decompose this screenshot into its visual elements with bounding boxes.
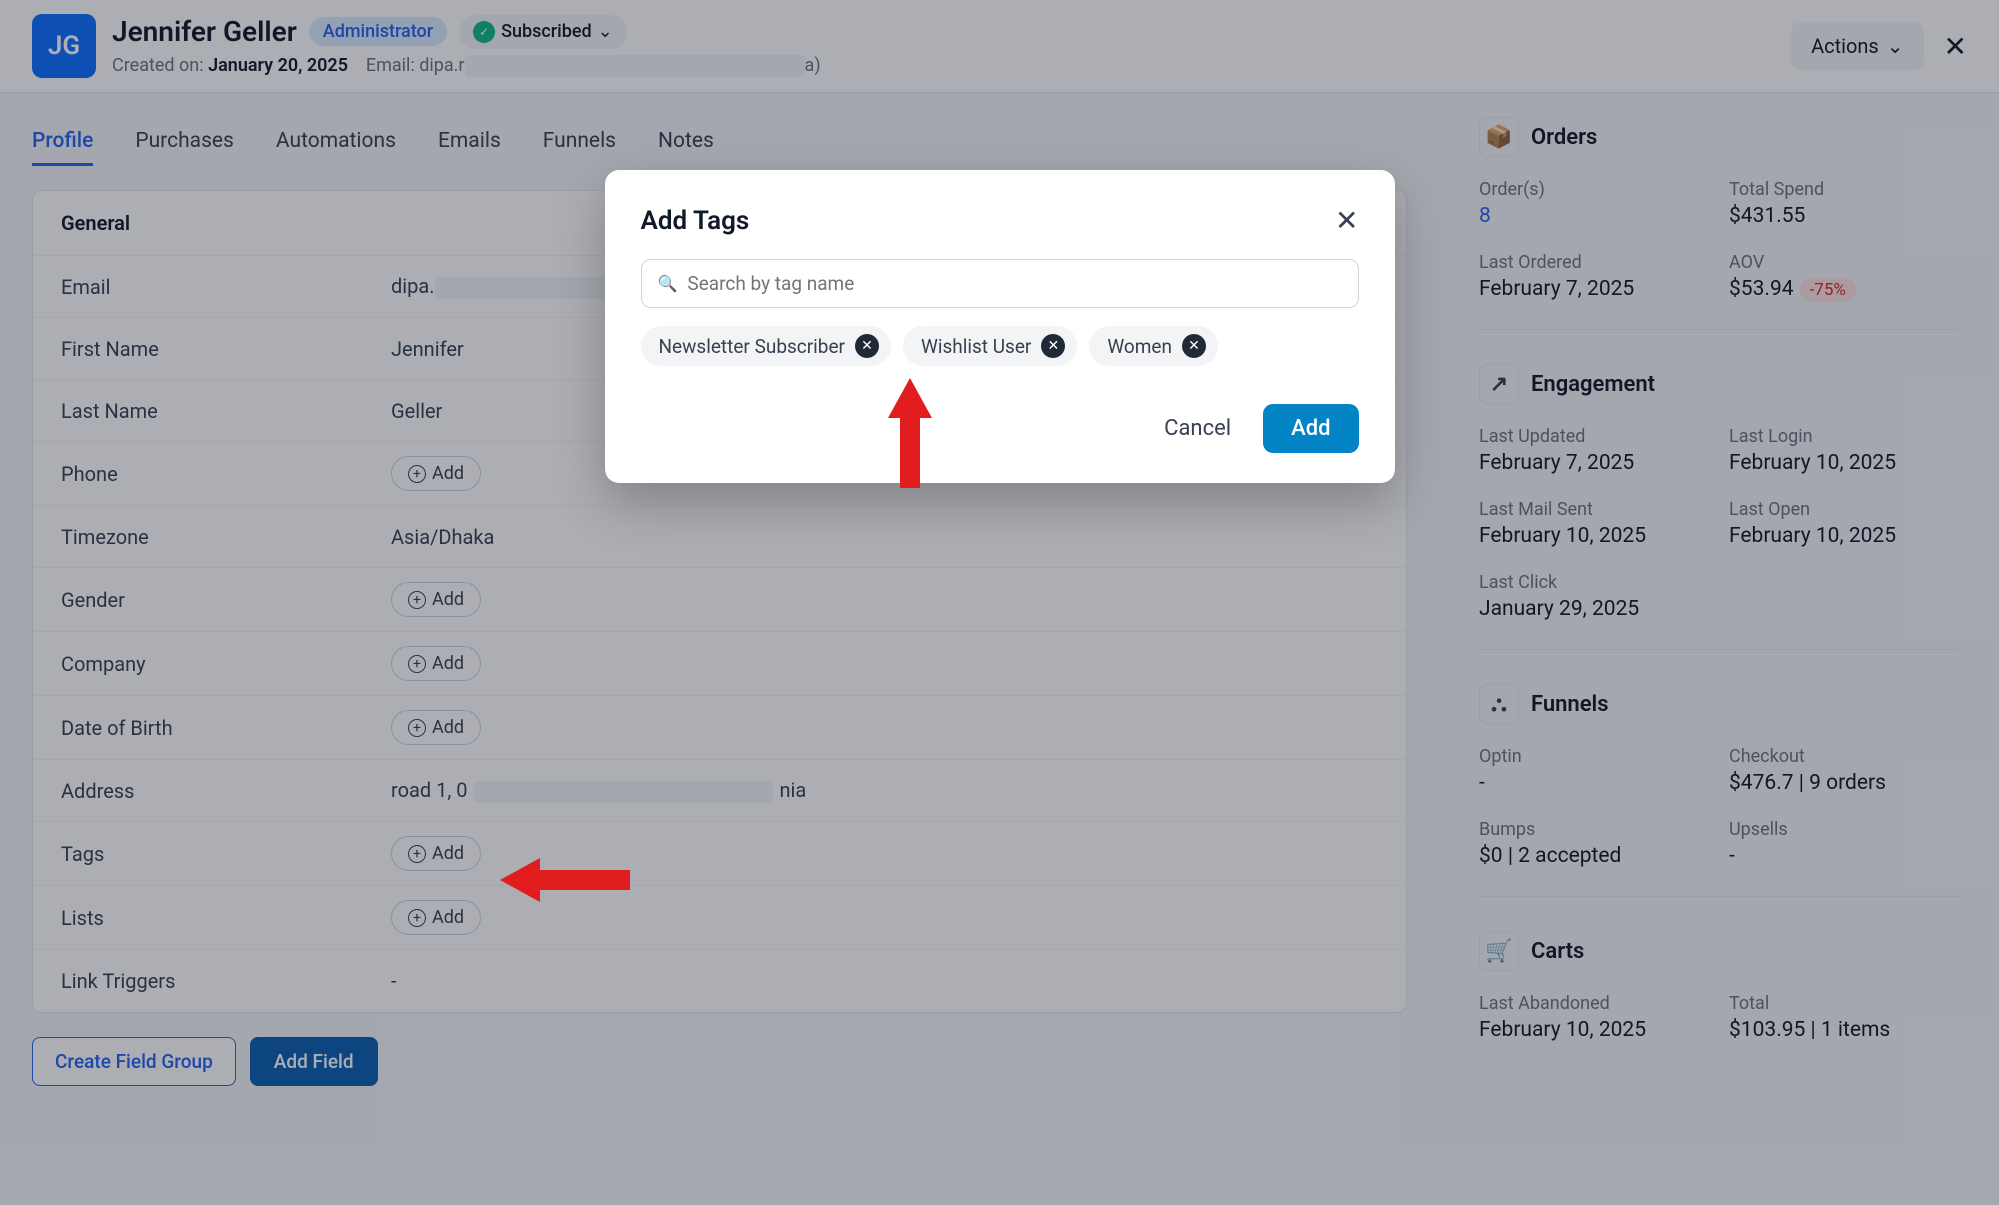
tag-chip-label: Newsletter Subscriber <box>659 335 845 358</box>
modal-cancel-button[interactable]: Cancel <box>1150 404 1245 453</box>
tag-chip: Women ✕ <box>1089 326 1218 366</box>
search-icon: 🔍 <box>658 274 678 293</box>
modal-add-button[interactable]: Add <box>1263 404 1358 453</box>
tag-chip-label: Wishlist User <box>921 335 1031 358</box>
tag-chip: Newsletter Subscriber ✕ <box>641 326 891 366</box>
remove-tag-button[interactable]: ✕ <box>1041 334 1065 358</box>
tag-chip-label: Women <box>1107 335 1172 358</box>
tag-chip: Wishlist User ✕ <box>903 326 1077 366</box>
add-tags-modal: Add Tags ✕ 🔍 Newsletter Subscriber ✕ Wish… <box>605 170 1395 483</box>
modal-close-button[interactable]: ✕ <box>1335 204 1358 237</box>
remove-tag-button[interactable]: ✕ <box>855 334 879 358</box>
remove-tag-button[interactable]: ✕ <box>1182 334 1206 358</box>
modal-overlay: Add Tags ✕ 🔍 Newsletter Subscriber ✕ Wish… <box>0 0 1999 1205</box>
tag-search-box[interactable]: 🔍 <box>641 259 1359 308</box>
tag-search-input[interactable] <box>687 272 1341 295</box>
modal-title: Add Tags <box>641 206 750 236</box>
